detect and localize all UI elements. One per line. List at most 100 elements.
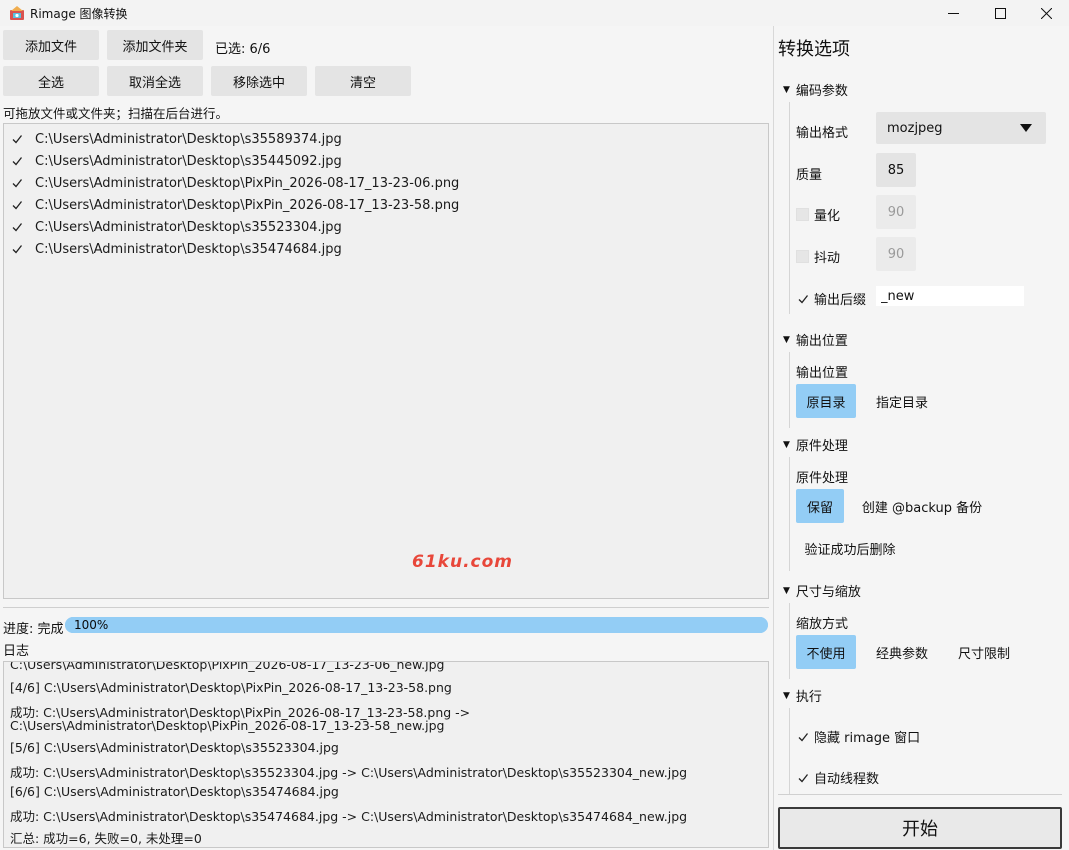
original-option-backup[interactable]: 创建 @backup 备份	[856, 489, 988, 523]
list-item[interactable]: C:\Users\Administrator\Desktop\s35523304…	[10, 217, 342, 237]
quality-label: 质量	[796, 168, 823, 183]
format-label: 输出格式	[796, 126, 849, 141]
file-checkbox[interactable]	[10, 133, 23, 146]
clear-button[interactable]: 清空	[315, 66, 411, 96]
add-folder-button[interactable]: 添加文件夹	[107, 30, 203, 60]
log-line: C:\Users\Administrator\Desktop\PixPin_20…	[10, 718, 445, 733]
format-select[interactable]: mozjpeg	[876, 112, 1046, 144]
main-area: 添加文件 添加文件夹 已选: 6/6 全选 取消全选 移除选中 清空 可拖放文件…	[0, 26, 1069, 850]
close-button[interactable]	[1023, 0, 1069, 26]
collapse-triangle-icon: ▼	[783, 334, 790, 345]
check-icon	[12, 223, 22, 232]
window-title: Rimage 图像转换	[30, 7, 128, 21]
quantize-input[interactable]: 90	[876, 195, 916, 229]
list-item[interactable]: C:\Users\Administrator\Desktop\s35474684…	[10, 239, 342, 259]
minimize-icon	[947, 12, 959, 14]
output-option-custom[interactable]: 指定目录	[866, 384, 938, 418]
suffix-input[interactable]	[876, 286, 1024, 306]
title-bar: Rimage 图像转换	[0, 0, 1069, 26]
resize-option-none[interactable]: 不使用	[796, 635, 856, 669]
check-icon	[798, 773, 808, 782]
original-option-keep[interactable]: 保留	[796, 489, 844, 523]
deselect-all-button[interactable]: 取消全选	[107, 66, 203, 96]
auto-threads-checkbox[interactable]	[796, 771, 809, 784]
splitter-handle[interactable]	[3, 607, 769, 608]
section-guide	[789, 603, 790, 679]
section-guide	[789, 102, 790, 314]
collapse-triangle-icon: ▼	[783, 690, 790, 701]
format-value: mozjpeg	[887, 120, 943, 136]
list-item[interactable]: C:\Users\Administrator\Desktop\PixPin_20…	[10, 173, 459, 193]
log-line: [6/6] C:\Users\Administrator\Desktop\s35…	[10, 784, 339, 799]
check-icon	[12, 179, 22, 188]
start-button[interactable]: 开始	[778, 807, 1062, 849]
resize-option-limit[interactable]: 尺寸限制	[950, 635, 1018, 669]
panel-divider	[773, 26, 774, 850]
suffix-row: 输出后缀	[796, 289, 866, 308]
file-checkbox[interactable]	[10, 199, 23, 212]
resize-section-header[interactable]: ▼ 尺寸与缩放	[783, 581, 861, 600]
auto-threads-label: 自动线程数	[814, 772, 880, 787]
add-files-button[interactable]: 添加文件	[3, 30, 99, 60]
output-option-original[interactable]: 原目录	[796, 384, 856, 418]
check-icon	[798, 732, 808, 741]
file-list[interactable]: C:\Users\Administrator\Desktop\s35589374…	[3, 123, 769, 599]
hide-window-checkbox[interactable]	[796, 730, 809, 743]
hide-window-row: 隐藏 rimage 窗口	[796, 727, 920, 746]
dither-checkbox[interactable]	[796, 250, 809, 263]
encoding-header-label: 编码参数	[795, 84, 848, 99]
panel-bottom-divider	[778, 794, 1062, 795]
output-section-header[interactable]: ▼ 输出位置	[783, 330, 848, 349]
resize-option-classic[interactable]: 经典参数	[868, 635, 936, 669]
suffix-checkbox[interactable]	[796, 292, 809, 305]
options-title: 转换选项	[778, 39, 850, 60]
progress-bar: 100%	[65, 617, 768, 633]
log-line: 成功: C:\Users\Administrator\Desktop\s3552…	[10, 765, 688, 780]
progress-label: 进度: 完成	[3, 622, 64, 637]
original-section-header[interactable]: ▼ 原件处理	[783, 435, 848, 454]
quality-input[interactable]: 85	[876, 153, 916, 187]
check-icon	[798, 294, 808, 303]
original-header-label: 原件处理	[795, 439, 848, 454]
list-item[interactable]: C:\Users\Administrator\Desktop\s35589374…	[10, 129, 342, 149]
original-option-delete[interactable]: 验证成功后删除	[796, 531, 904, 565]
log-view[interactable]: C:\Users\Administrator\Desktop\PixPin_20…	[3, 661, 769, 848]
collapse-triangle-icon: ▼	[783, 585, 790, 596]
quantize-row: 量化	[796, 205, 840, 224]
collapse-triangle-icon: ▼	[783, 439, 790, 450]
file-checkbox[interactable]	[10, 155, 23, 168]
execute-header-label: 执行	[795, 690, 822, 705]
selected-count: 已选: 6/6	[215, 42, 271, 57]
quantize-label: 量化	[814, 209, 841, 224]
file-checkbox[interactable]	[10, 221, 23, 234]
minimize-button[interactable]	[930, 0, 976, 26]
original-label: 原件处理	[796, 471, 849, 486]
list-item[interactable]: C:\Users\Administrator\Desktop\s35445092…	[10, 151, 342, 171]
section-guide	[789, 457, 790, 571]
resize-header-label: 尺寸与缩放	[795, 585, 861, 600]
watermark: 61ku.com	[412, 552, 513, 572]
maximize-button[interactable]	[977, 0, 1023, 26]
dither-input[interactable]: 90	[876, 237, 916, 271]
suffix-label: 输出后缀	[814, 293, 867, 308]
encoding-section-header[interactable]: ▼ 编码参数	[783, 80, 848, 99]
list-item[interactable]: C:\Users\Administrator\Desktop\PixPin_20…	[10, 195, 459, 215]
dither-label: 抖动	[814, 251, 841, 266]
output-label: 输出位置	[796, 366, 849, 381]
dither-row: 抖动	[796, 247, 840, 266]
progress-text: 100%	[74, 618, 109, 632]
file-path: C:\Users\Administrator\Desktop\s35523304…	[35, 219, 342, 235]
file-checkbox[interactable]	[10, 177, 23, 190]
remove-selected-button[interactable]: 移除选中	[211, 66, 307, 96]
drop-hint: 可拖放文件或文件夹；扫描在后台进行。	[3, 106, 229, 121]
check-icon	[12, 157, 22, 166]
hide-window-label: 隐藏 rimage 窗口	[814, 731, 921, 746]
select-all-button[interactable]: 全选	[3, 66, 99, 96]
log-line: [5/6] C:\Users\Administrator\Desktop\s35…	[10, 740, 339, 755]
check-icon	[12, 135, 22, 144]
check-icon	[12, 245, 22, 254]
quantize-checkbox[interactable]	[796, 208, 809, 221]
file-checkbox[interactable]	[10, 243, 23, 256]
execute-section-header[interactable]: ▼ 执行	[783, 686, 822, 705]
check-icon	[12, 201, 22, 210]
